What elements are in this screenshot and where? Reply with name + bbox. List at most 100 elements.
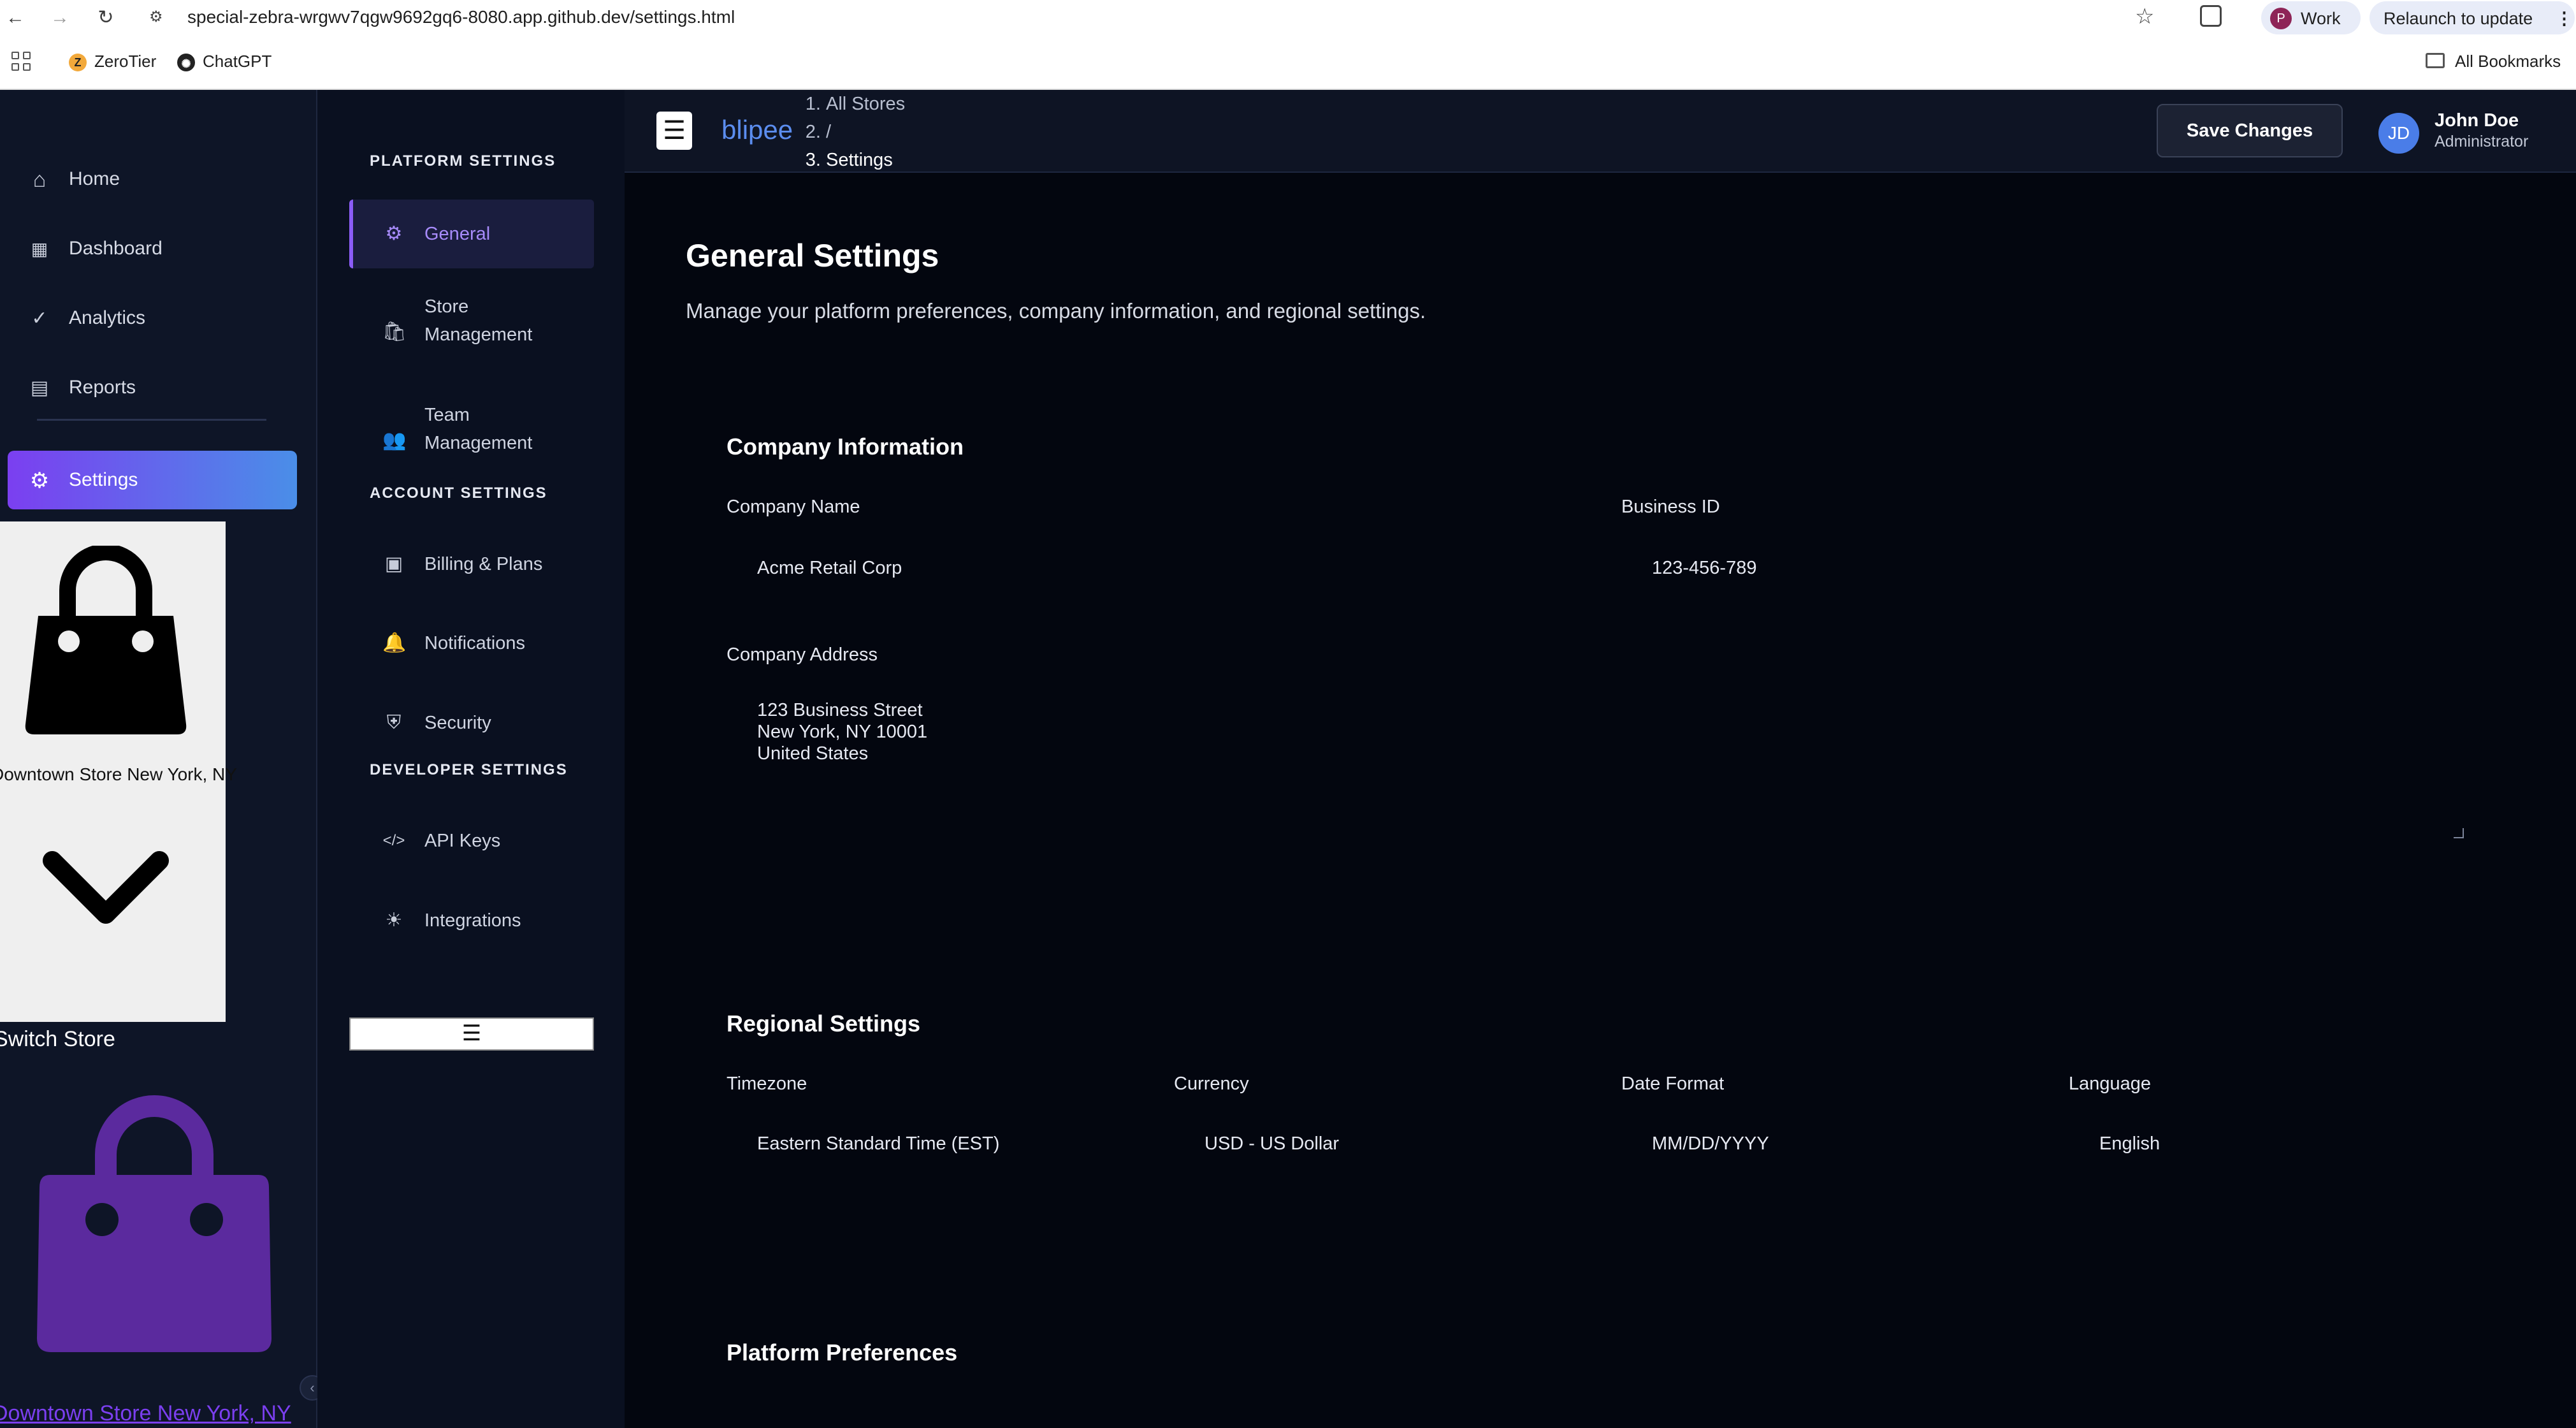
sidebar-item-home[interactable]: ⌂ Home <box>8 150 297 208</box>
user-role: Administrator <box>2435 133 2529 150</box>
settings-nav-notifications[interactable]: 🔔 Notifications <box>349 624 594 662</box>
settings-nav-label: General <box>424 224 491 244</box>
settings-nav-store-management[interactable]: 🛍 Store Management <box>349 293 594 375</box>
analytics-icon: ✓ <box>31 308 48 329</box>
back-icon[interactable]: ← <box>3 5 28 31</box>
hamburger-menu-icon[interactable]: ☰ <box>656 112 692 150</box>
developer-settings-heading: DEVELOPER SETTINGS <box>370 761 568 778</box>
sidebar-item-settings[interactable]: ⚙ Settings <box>8 451 297 509</box>
settings-nav-label: Notifications <box>424 633 525 653</box>
extensions-icon[interactable] <box>2200 5 2222 27</box>
bookmark-star-icon[interactable]: ☆ <box>2135 4 2154 29</box>
page-description: Manage your platform preferences, compan… <box>686 299 1426 323</box>
address-line: New York, NY 10001 <box>757 722 928 742</box>
credit-card-icon: ▣ <box>384 553 403 574</box>
forward-icon[interactable]: → <box>47 5 73 31</box>
folder-icon[interactable] <box>2426 53 2445 68</box>
company-name-field[interactable]: Acme Retail Corp <box>757 557 902 579</box>
people-icon: 👥 <box>382 430 407 451</box>
menu-toggle-button[interactable]: ☰ <box>349 1017 594 1051</box>
sidebar-item-dashboard[interactable]: ▦ Dashboard <box>8 219 297 278</box>
more-menu-icon[interactable]: ⋮ <box>2556 8 2573 29</box>
chevron-down-icon <box>43 851 169 924</box>
breadcrumb-item-settings: Settings <box>826 146 905 174</box>
bookmark-label: ChatGPT <box>203 52 272 71</box>
all-bookmarks-button[interactable]: All Bookmarks <box>2455 49 2561 73</box>
language-select[interactable]: English <box>2099 1133 2160 1155</box>
settings-nav-general[interactable]: ⚙ General <box>349 200 594 268</box>
settings-nav: PLATFORM SETTINGS ⚙ General 🛍 Store Mana… <box>317 90 625 1428</box>
regional-settings-title: Regional Settings <box>727 1010 921 1037</box>
settings-nav-integrations[interactable]: ☀ Integrations <box>349 901 594 940</box>
settings-nav-security[interactable]: ⛨ Security <box>349 704 594 742</box>
store-switcher-dropdown[interactable]: Downtown Store New York, NY <box>0 521 237 1022</box>
business-id-label: Business ID <box>1621 497 1720 517</box>
business-id-field[interactable]: 123-456-789 <box>1652 557 1756 579</box>
profile-button[interactable]: P Work <box>2261 1 2361 34</box>
sidebar-item-label: Analytics <box>69 307 146 328</box>
relaunch-button[interactable]: Relaunch to update ⋮ <box>2370 1 2575 34</box>
breadcrumb-item-all-stores[interactable]: All Stores <box>826 90 905 118</box>
switch-store-label: Switch Store <box>0 1027 115 1051</box>
address-line: 123 Business Street <box>757 700 923 720</box>
date-format-label: Date Format <box>1621 1074 1725 1094</box>
relaunch-label: Relaunch to update <box>2384 9 2533 28</box>
currency-label: Currency <box>1174 1074 1249 1094</box>
sidebar-item-analytics[interactable]: ✓ Analytics <box>8 289 297 347</box>
reload-icon[interactable]: ↻ <box>93 5 119 31</box>
avatar[interactable]: JD <box>2378 113 2419 154</box>
store-bag-icon <box>37 1095 271 1352</box>
language-label: Language <box>2069 1074 2152 1094</box>
gear-icon: ⚙ <box>29 469 50 493</box>
save-changes-button[interactable]: Save Changes <box>2157 104 2343 157</box>
reports-icon: ▤ <box>30 377 49 398</box>
settings-nav-label: Store <box>424 296 469 317</box>
sidebar-item-label: Dashboard <box>69 238 163 259</box>
settings-nav-label: Security <box>424 713 491 733</box>
timezone-label: Timezone <box>727 1074 807 1094</box>
account-settings-heading: ACCOUNT SETTINGS <box>370 484 547 502</box>
settings-nav-label: API Keys <box>424 831 501 851</box>
settings-nav-billing[interactable]: ▣ Billing & Plans <box>349 545 594 583</box>
bookmark-label: ZeroTier <box>94 52 157 71</box>
gear-icon: ⚙ <box>385 223 403 244</box>
shopping-bag-icon <box>25 546 187 734</box>
profile-label: Work <box>2301 9 2341 28</box>
date-format-select[interactable]: MM/DD/YYYY <box>1652 1133 1769 1155</box>
page-title: General Settings <box>686 238 939 273</box>
settings-nav-label: Team <box>424 405 470 425</box>
zerotier-icon: Z <box>69 54 87 72</box>
store-name: Downtown Store New York, NY <box>0 764 237 784</box>
settings-nav-api-keys[interactable]: </> API Keys <box>349 822 594 860</box>
profile-avatar: P <box>2270 8 2292 29</box>
platform-preferences-title: Platform Preferences <box>727 1339 958 1366</box>
settings-nav-team-management[interactable]: 👥 Team Management <box>349 401 594 484</box>
user-name: John Doe <box>2435 110 2519 131</box>
currency-select[interactable]: USD - US Dollar <box>1205 1133 1339 1155</box>
apps-grid-icon[interactable] <box>11 52 31 71</box>
company-address-field[interactable]: 123 Business Street New York, NY 10001 U… <box>727 699 2464 838</box>
bookmark-chatgpt[interactable]: ✺ ChatGPT <box>177 49 271 73</box>
shopping-bag-icon: 🛍 <box>382 321 407 342</box>
resize-handle[interactable] <box>2454 828 2464 838</box>
sidebar-divider <box>37 419 266 421</box>
sidebar-item-label: Reports <box>69 377 136 398</box>
sidebar-item-label: Home <box>69 168 120 189</box>
home-icon: ⌂ <box>33 168 47 192</box>
chatgpt-icon: ✺ <box>177 54 195 72</box>
address-bar[interactable]: special-zebra-wrgwv7qgw9692gq6-8080.app.… <box>187 6 735 28</box>
current-store-link[interactable]: Downtown Store New York, NY <box>0 1401 291 1426</box>
settings-nav-label: Management <box>424 324 533 345</box>
main-content: General Settings Manage your platform pr… <box>625 173 2576 1428</box>
company-address-label: Company Address <box>727 645 878 665</box>
bell-icon: 🔔 <box>382 632 407 653</box>
timezone-select[interactable]: Eastern Standard Time (EST) <box>757 1133 999 1155</box>
brand-logo[interactable]: blipee <box>721 114 793 146</box>
sidebar-item-reports[interactable]: ▤ Reports <box>8 358 297 417</box>
shield-icon: ⛨ <box>386 712 402 733</box>
bookmarks-bar: Z ZeroTier ✺ ChatGPT All Bookmarks <box>0 36 2576 90</box>
bookmark-zerotier[interactable]: Z ZeroTier <box>69 49 156 73</box>
breadcrumb-separator: / <box>826 118 905 146</box>
settings-nav-label: Management <box>424 433 533 453</box>
site-settings-icon[interactable]: ⚙ <box>149 8 168 27</box>
